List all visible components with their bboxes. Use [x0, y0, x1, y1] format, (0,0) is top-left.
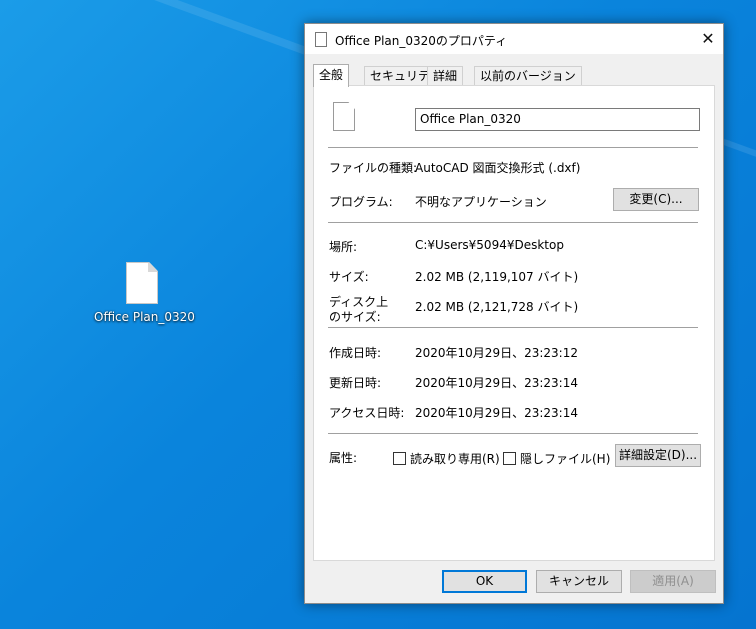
location-label: 場所: [329, 240, 358, 254]
file-name-field[interactable]: Office Plan_0320 [415, 108, 700, 131]
hidden-checkbox[interactable]: 隠しファイル(H) [503, 450, 610, 467]
size-label: サイズ: [329, 270, 369, 284]
modified-label: 更新日時: [329, 376, 382, 390]
readonly-label: 読み取り専用(R) [410, 452, 500, 466]
file-icon [126, 262, 158, 304]
disk-size-value: 2.02 MB (2,121,728 バイト) [415, 300, 579, 314]
apply-button[interactable]: 適用(A) [630, 570, 716, 593]
location-value: C:¥Users¥5094¥Desktop [415, 238, 564, 252]
size-value: 2.02 MB (2,119,107 バイト) [415, 270, 579, 284]
desktop-file-icon[interactable]: Office Plan_0320 [94, 262, 195, 324]
accessed-value: 2020年10月29日、23:23:14 [415, 406, 578, 420]
document-icon [315, 32, 327, 47]
properties-dialog: Office Plan_0320のプロパティ ✕ 全般 セキュリティ 詳細 以前… [304, 23, 724, 604]
desktop-file-label: Office Plan_0320 [94, 310, 195, 324]
divider [328, 147, 698, 148]
attributes-label: 属性: [329, 451, 358, 465]
disk-size-label-line2: のサイズ: [329, 310, 381, 324]
program-value: 不明なアプリケーション [415, 195, 547, 209]
advanced-attributes-button[interactable]: 詳細設定(D)... [615, 444, 701, 467]
window-title: Office Plan_0320のプロパティ [335, 34, 508, 48]
tab-previous-versions[interactable]: 以前のバージョン [474, 66, 582, 86]
general-panel: Office Plan_0320 ファイルの種類: AutoCAD 図面交換形式… [313, 85, 715, 561]
divider [328, 222, 698, 223]
program-label: プログラム: [329, 195, 393, 209]
file-type-icon [333, 102, 355, 131]
divider [328, 327, 698, 328]
created-label: 作成日時: [329, 346, 382, 360]
ok-button[interactable]: OK [442, 570, 527, 593]
close-button[interactable]: ✕ [693, 24, 723, 54]
created-value: 2020年10月29日、23:23:12 [415, 346, 578, 360]
change-program-button[interactable]: 変更(C)... [613, 188, 699, 211]
hidden-label: 隠しファイル(H) [520, 452, 611, 466]
accessed-label: アクセス日時: [329, 406, 405, 420]
checkbox-box[interactable] [503, 452, 516, 465]
file-type-label: ファイルの種類: [329, 161, 418, 175]
tab-details[interactable]: 詳細 [427, 66, 464, 86]
file-type-value: AutoCAD 図面交換形式 (.dxf) [415, 161, 581, 175]
tab-general[interactable]: 全般 [313, 64, 350, 87]
readonly-checkbox[interactable]: 読み取り専用(R) [393, 450, 500, 467]
title-bar[interactable]: Office Plan_0320のプロパティ ✕ [305, 24, 723, 54]
cancel-button[interactable]: キャンセル [536, 570, 622, 593]
modified-value: 2020年10月29日、23:23:14 [415, 376, 578, 390]
divider [328, 433, 698, 434]
checkbox-box[interactable] [393, 452, 406, 465]
